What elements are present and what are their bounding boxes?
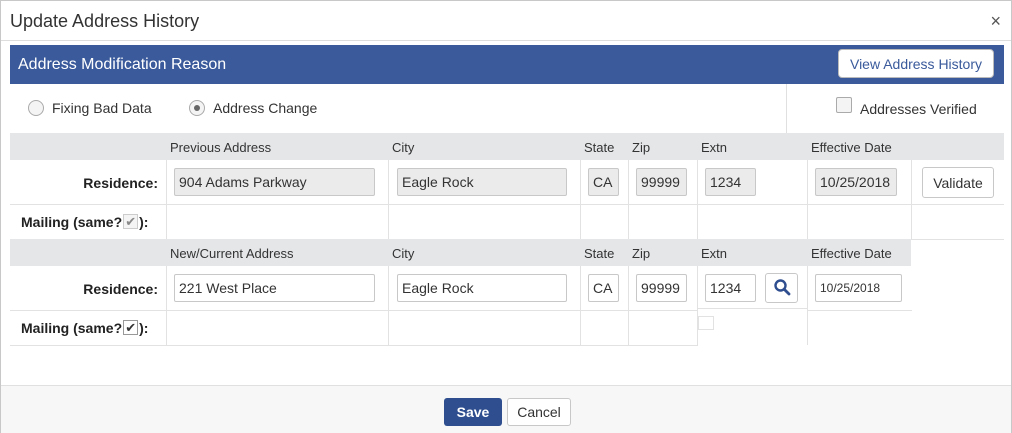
- dialog-title: Update Address History: [10, 11, 200, 31]
- previous-header-row: Previous Address City State Zip Extn Eff…: [10, 133, 1004, 160]
- previous-mailing-label: Mailing (same? ✔):: [21, 214, 148, 230]
- header-extn: Extn: [701, 140, 728, 155]
- current-state-field[interactable]: [588, 274, 619, 302]
- current-zip-field[interactable]: [636, 274, 687, 302]
- grid-line: [697, 160, 698, 239]
- current-effective-date-field[interactable]: [815, 274, 902, 302]
- grid-line: [10, 310, 698, 311]
- previous-extn-field[interactable]: [705, 168, 756, 196]
- header-new-current-address: New/Current Address: [170, 246, 294, 261]
- previous-mailing-label-text: Mailing (same?: [21, 214, 123, 230]
- previous-state-field[interactable]: [588, 168, 619, 196]
- validate-button[interactable]: Validate: [922, 167, 994, 198]
- header-state: State: [584, 140, 615, 155]
- header-effective-date: Effective Date: [811, 140, 892, 155]
- header-extn: Extn: [701, 246, 728, 261]
- grid-line: [808, 310, 912, 311]
- reason-row: Fixing Bad Data Address Change Addresses…: [10, 84, 1004, 133]
- grid-line: [10, 204, 1004, 205]
- previous-effective-date-field[interactable]: [815, 168, 897, 196]
- addresses-verified-label: Addresses Verified: [860, 101, 977, 117]
- grid-line: [697, 266, 698, 345]
- header-previous-address: Previous Address: [170, 140, 272, 155]
- header-city: City: [392, 246, 415, 261]
- current-mailing-label-end: ):: [139, 320, 149, 336]
- empty-cell-box: [698, 316, 714, 330]
- dialog-footer: Save Cancel: [1, 385, 1011, 433]
- grid-line: [698, 308, 808, 309]
- address-search-button[interactable]: [765, 273, 798, 303]
- grid-line: [807, 160, 808, 239]
- current-mailing-label: Mailing (same? ✔):: [21, 320, 148, 336]
- grid-line: [580, 266, 581, 345]
- header-zip: Zip: [632, 246, 651, 261]
- grid-line: [166, 266, 167, 345]
- radio-fixing-bad-data-label: Fixing Bad Data: [52, 100, 152, 116]
- previous-mailing-label-end: ):: [139, 214, 149, 230]
- current-mailing-same-checkbox[interactable]: ✔: [123, 320, 139, 335]
- grid-line: [911, 160, 912, 239]
- check-icon: ✔: [125, 214, 137, 229]
- addresses-verified-checkbox[interactable]: [836, 97, 852, 113]
- grid-line: [628, 266, 629, 345]
- grid-line: [628, 160, 629, 239]
- search-icon: [773, 278, 790, 295]
- grid-line: [10, 345, 698, 346]
- grid-line: [580, 160, 581, 239]
- grid-line: [166, 160, 167, 239]
- grid-line: [807, 266, 808, 345]
- update-address-dialog: Update Address History × Address Modific…: [0, 0, 1012, 433]
- header-city: City: [392, 140, 415, 155]
- radio-address-change-label: Address Change: [213, 100, 318, 116]
- current-city-field[interactable]: [397, 274, 567, 302]
- previous-zip-field[interactable]: [636, 168, 687, 196]
- current-address-field[interactable]: [174, 274, 375, 302]
- header-effective-date: Effective Date: [811, 246, 892, 261]
- current-extn-field[interactable]: [705, 274, 756, 302]
- grid-line: [388, 266, 389, 345]
- current-residence-label: Residence:: [83, 281, 158, 297]
- reason-banner: Address Modification Reason View Address…: [10, 45, 1004, 84]
- view-address-history-button[interactable]: View Address History: [838, 49, 994, 78]
- previous-city-field[interactable]: [397, 168, 567, 196]
- banner-title: Address Modification Reason: [18, 56, 227, 73]
- divider: [786, 84, 787, 133]
- dialog-titlebar: Update Address History ×: [1, 1, 1011, 41]
- previous-mailing-same-checkbox[interactable]: ✔: [123, 214, 139, 229]
- grid-line: [388, 160, 389, 239]
- current-mailing-label-text: Mailing (same?: [21, 320, 123, 336]
- previous-address-field[interactable]: [174, 168, 375, 196]
- cancel-button[interactable]: Cancel: [507, 398, 571, 426]
- save-button[interactable]: Save: [444, 398, 502, 426]
- header-zip: Zip: [632, 140, 651, 155]
- radio-address-change[interactable]: [189, 100, 205, 116]
- radio-fixing-bad-data[interactable]: [28, 100, 44, 116]
- check-icon: ✔: [125, 320, 137, 335]
- previous-residence-label: Residence:: [83, 175, 158, 191]
- header-state: State: [584, 246, 615, 261]
- close-icon[interactable]: ×: [990, 11, 1001, 31]
- current-header-row: New/Current Address City State Zip Extn …: [10, 239, 911, 266]
